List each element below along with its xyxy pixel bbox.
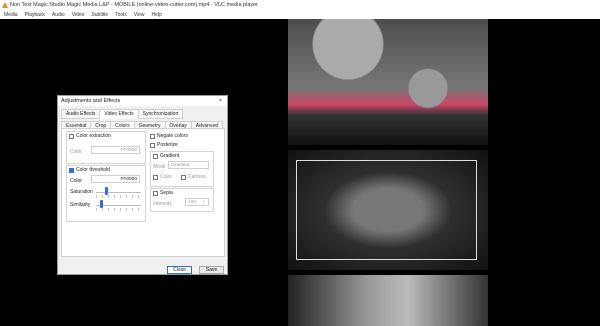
checkbox-box-gradient (153, 153, 158, 159)
video-overlay-box (296, 160, 477, 260)
gradient-checkbox[interactable]: Gradient (153, 153, 179, 159)
threshold-color-field[interactable]: FF0000 (91, 175, 140, 183)
colors-panel: Color extraction Color FF0000 Color thre… (61, 128, 225, 257)
adjustments-dialog: Adjustments and Effects × Audio Effects … (57, 95, 228, 275)
extraction-color-field[interactable]: FF0000 (91, 146, 140, 154)
gradient-color-label: Color (160, 174, 172, 180)
vlc-icon (2, 2, 8, 8)
close-button[interactable]: Close (167, 266, 192, 274)
checkbox-box-sepia (153, 190, 158, 196)
save-button[interactable]: Save (199, 266, 224, 274)
menu-audio[interactable]: Audio (52, 12, 65, 18)
posterize-label: Posterize (157, 142, 178, 148)
checkbox-box-posterize (150, 142, 155, 148)
gradient-label: Gradient (160, 153, 180, 159)
menu-view[interactable]: View (134, 12, 145, 18)
menu-media[interactable]: Media (4, 12, 18, 18)
cartoon-checkbox[interactable]: Cartoon (181, 174, 206, 180)
negate-colors-checkbox[interactable]: Negate colors (150, 133, 188, 139)
similarity-label: Similarity (70, 202, 91, 208)
gradient-color-checkbox[interactable]: Color (153, 174, 172, 180)
tab-audio-effects[interactable]: Audio Effects (61, 109, 101, 119)
similarity-ticks (96, 208, 141, 211)
menu-playback[interactable]: Playback (25, 12, 45, 18)
video-frame-top (288, 19, 488, 145)
intensity-field[interactable]: 120 (185, 198, 209, 206)
tab-video-effects[interactable]: Video Effects (99, 109, 139, 119)
extraction-color-label: Color (70, 149, 82, 155)
dialog-title: Adjustments and Effects (61, 98, 121, 104)
checkbox-box-cartoon (181, 174, 186, 180)
window-titlebar: Non Text Magic Studio Magic Media L&P - … (0, 0, 600, 10)
cartoon-label: Cartoon (188, 174, 206, 180)
menu-help[interactable]: Help (152, 12, 162, 18)
checkbox-box-gradient-color (153, 174, 158, 180)
checkbox-box-color-extraction (69, 133, 74, 139)
intensity-value: 120 (188, 200, 197, 205)
saturation-ticks (96, 195, 141, 198)
sepia-checkbox[interactable]: Sepia (153, 190, 173, 196)
video-frame-bottom (288, 275, 488, 326)
similarity-slider-thumb[interactable] (100, 200, 103, 208)
mode-select[interactable]: Gradient (168, 161, 209, 169)
menu-tools[interactable]: Tools (115, 12, 127, 18)
menu-video[interactable]: Video (72, 12, 85, 18)
tab-synchronization[interactable]: Synchronization (137, 109, 184, 119)
dialog-titlebar: Adjustments and Effects × (58, 96, 227, 106)
saturation-slider-thumb[interactable] (105, 187, 108, 195)
negate-colors-label: Negate colors (157, 133, 188, 139)
close-icon[interactable]: × (217, 98, 224, 104)
window-title: Non Text Magic Studio Magic Media L&P - … (10, 2, 259, 8)
color-threshold-label: Color threshold (76, 167, 110, 173)
posterize-checkbox[interactable]: Posterize (150, 142, 178, 148)
checkbox-box-negate-colors (150, 133, 155, 139)
color-extraction-checkbox[interactable]: Color extraction (69, 133, 111, 139)
saturation-label: Saturation (70, 189, 93, 195)
color-extraction-label: Color extraction (76, 133, 112, 139)
threshold-color-label: Color (70, 178, 82, 184)
checkbox-box-color-threshold (69, 167, 74, 173)
menu-subtitle[interactable]: Subtitle (91, 12, 108, 18)
sepia-label: Sepia (160, 190, 173, 196)
top-tabs: Audio Effects Video Effects Synchronizat… (61, 109, 184, 119)
intensity-stepper[interactable] (203, 200, 207, 205)
mode-label: Mode (153, 164, 166, 170)
intensity-label: Intensity (153, 201, 172, 207)
color-threshold-checkbox[interactable]: Color threshold (69, 167, 110, 173)
saturation-slider-track[interactable] (96, 192, 141, 193)
